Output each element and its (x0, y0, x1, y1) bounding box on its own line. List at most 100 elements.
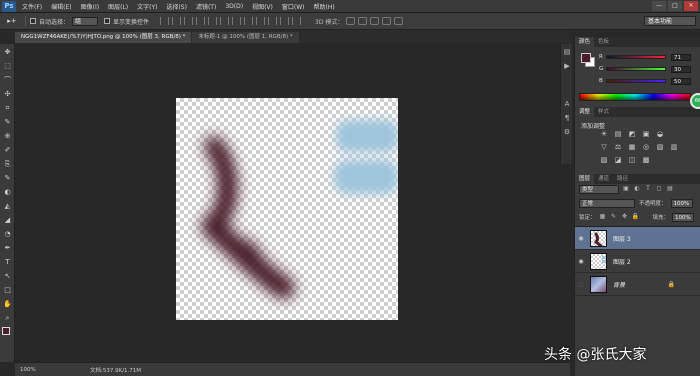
zoom-tool-icon[interactable]: ⌕ (3, 314, 12, 323)
filter-type-icon[interactable]: T (644, 185, 652, 193)
hand-tool-icon[interactable]: ✋ (3, 300, 12, 309)
gradient-map-icon[interactable]: ▩ (641, 156, 651, 165)
fill-input[interactable]: 100% (672, 212, 695, 222)
tab-styles[interactable]: 样式 (594, 107, 613, 117)
tool-presets-icon[interactable]: ⚙ (563, 128, 571, 136)
3d-roll-icon[interactable] (358, 17, 368, 25)
lock-position-icon[interactable]: ✥ (621, 213, 629, 221)
levels-icon[interactable]: ▤ (613, 130, 623, 139)
brightness-icon[interactable]: ☀ (599, 130, 609, 139)
visibility-eye-off-icon[interactable]: □ (575, 281, 587, 288)
shape-tool-icon[interactable]: □ (3, 286, 12, 295)
3d-slide-icon[interactable] (382, 17, 392, 25)
menu-image[interactable]: 图像(I) (81, 2, 99, 11)
distribute-left-icon[interactable] (268, 17, 278, 25)
filter-smart-icon[interactable]: ▤ (666, 185, 674, 193)
3d-scale-icon[interactable] (394, 17, 404, 25)
lock-all-icon[interactable]: 🔒 (632, 213, 640, 221)
crop-tool-icon[interactable]: ⌗ (3, 104, 12, 113)
layer-row-background[interactable]: □ 背景 🔒 (575, 273, 700, 296)
lock-pixels-icon[interactable]: ✎ (610, 213, 618, 221)
green-track[interactable] (606, 67, 666, 71)
lasso-tool-icon[interactable]: ⌒ (3, 76, 12, 85)
move-tool-icon[interactable]: ✥ (3, 48, 12, 57)
3d-rotate-icon[interactable] (346, 17, 356, 25)
pen-tool-icon[interactable]: ✒ (3, 244, 12, 253)
align-hcenter-icon[interactable] (208, 17, 218, 25)
tab-channels[interactable]: 通道 (594, 174, 613, 184)
align-top-icon[interactable] (160, 17, 170, 25)
distribute-top-icon[interactable] (232, 17, 242, 25)
posterize-icon[interactable]: ◪ (613, 156, 623, 165)
brush-tool-icon[interactable]: ✐ (3, 146, 12, 155)
character-icon[interactable]: A (563, 100, 571, 108)
tab-adjustments[interactable]: 调整 (575, 107, 595, 117)
maximize-button[interactable]: □ (668, 1, 682, 11)
zoom-level[interactable]: 100% (20, 367, 50, 373)
opacity-input[interactable]: 100% (670, 198, 693, 208)
align-bottom-icon[interactable] (184, 17, 194, 25)
document-size[interactable]: 文档:537.9K/1.71M (90, 366, 141, 374)
color-balance-icon[interactable]: ⚖ (613, 143, 623, 152)
blend-mode-dropdown[interactable]: 正常 (579, 198, 635, 208)
visibility-eye-icon[interactable]: ◉ (575, 235, 587, 242)
document-tab-active[interactable]: NGG1WZF46AKE(/%7)Y)HJTO.png @ 100% (图层 3… (15, 32, 192, 43)
color-lookup-icon[interactable]: ▥ (669, 143, 679, 152)
document-canvas[interactable] (176, 98, 398, 320)
green-slider[interactable]: G 30 (599, 65, 699, 73)
filter-shape-icon[interactable]: ◻ (655, 185, 663, 193)
menu-type[interactable]: 文字(Y) (137, 2, 157, 11)
floating-badge[interactable]: 66 (690, 93, 700, 109)
red-track[interactable] (606, 55, 666, 59)
align-left-icon[interactable] (196, 17, 206, 25)
hue-saturation-icon[interactable]: ▽ (599, 143, 609, 152)
red-slider[interactable]: R 71 (599, 53, 699, 61)
black-white-icon[interactable]: ▦ (627, 143, 637, 152)
menu-select[interactable]: 选择(S) (166, 2, 187, 11)
document-tab[interactable]: 未标题-1 @ 100% (图层 1, RGB/8) * (192, 32, 299, 43)
fg-bg-color-swatches[interactable] (2, 327, 14, 339)
menu-3d[interactable]: 3D(D) (225, 3, 243, 10)
filter-pixel-icon[interactable]: ▣ (622, 185, 630, 193)
color-spectrum[interactable] (579, 93, 691, 101)
marquee-tool-icon[interactable]: ⬚ (3, 62, 12, 71)
eraser-tool-icon[interactable]: ◐ (3, 188, 12, 197)
menu-edit[interactable]: 编辑(E) (51, 2, 71, 11)
red-value[interactable]: 71 (671, 53, 691, 61)
tab-paths[interactable]: 路径 (613, 174, 632, 184)
history-icon[interactable]: ▤ (563, 48, 571, 56)
layer-name[interactable]: 背景 (613, 280, 625, 289)
curves-icon[interactable]: ◩ (627, 130, 637, 139)
move-tool-preset-icon[interactable]: ▸+ (3, 15, 21, 27)
dodge-tool-icon[interactable]: ◔ (3, 230, 12, 239)
layer-row-2[interactable]: ◉ 图层 2 (575, 250, 700, 273)
blur-tool-icon[interactable]: ◢ (3, 216, 12, 225)
blue-value[interactable]: 50 (671, 77, 691, 85)
eyedropper-tool-icon[interactable]: ✎ (3, 118, 12, 127)
menu-layer[interactable]: 图层(L) (108, 2, 128, 11)
layer-kind-filter[interactable]: 类型 (579, 184, 619, 194)
tab-layers[interactable]: 图层 (575, 174, 595, 184)
menu-view[interactable]: 视图(V) (252, 2, 273, 11)
align-right-icon[interactable] (220, 17, 230, 25)
color-swatches[interactable] (581, 53, 595, 67)
paragraph-icon[interactable]: ¶ (563, 114, 571, 122)
exposure-icon[interactable]: ▣ (641, 130, 651, 139)
path-select-tool-icon[interactable]: ↖ (3, 272, 12, 281)
tab-swatches[interactable]: 色板 (594, 37, 613, 47)
blue-slider[interactable]: B 50 (599, 77, 699, 85)
healing-brush-tool-icon[interactable]: ⊕ (3, 132, 12, 141)
channel-mixer-icon[interactable]: ▧ (655, 143, 665, 152)
visibility-eye-icon[interactable]: ◉ (575, 258, 587, 265)
distribute-bottom-icon[interactable] (256, 17, 266, 25)
type-tool-icon[interactable]: T (3, 258, 12, 267)
green-value[interactable]: 30 (671, 65, 691, 73)
menu-filter[interactable]: 滤镜(T) (196, 2, 216, 11)
workspace-dropdown[interactable]: 基本功能 (644, 16, 696, 26)
layer-row-3[interactable]: ◉ 图层 3 (575, 227, 700, 250)
invert-icon[interactable]: ▨ (599, 156, 609, 165)
close-button[interactable]: ✕ (684, 1, 698, 11)
distribute-hcenter-icon[interactable] (280, 17, 290, 25)
align-vcenter-icon[interactable] (172, 17, 182, 25)
3d-pan-icon[interactable] (370, 17, 380, 25)
